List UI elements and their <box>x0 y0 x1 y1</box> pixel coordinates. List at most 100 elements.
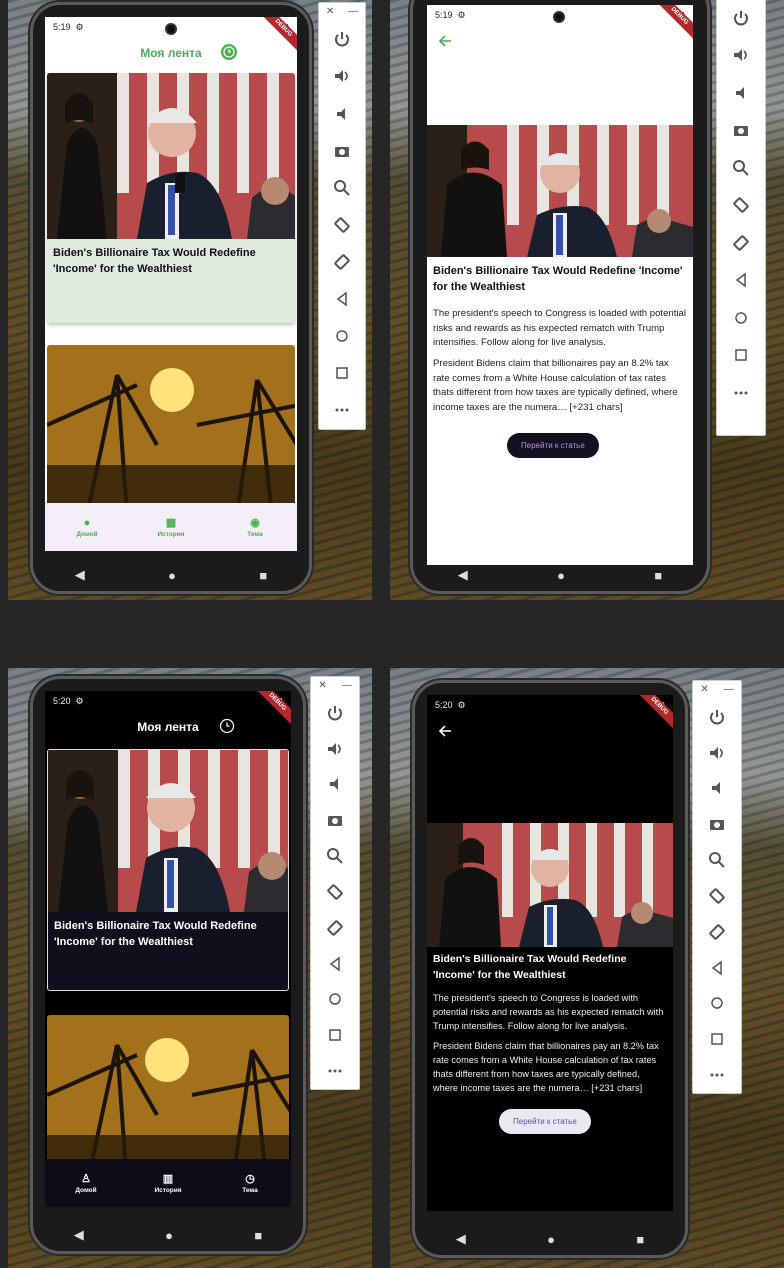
status-time: 5:20 <box>53 696 71 706</box>
emulator-toolbar: ✕— <box>310 676 360 1090</box>
camera-icon[interactable] <box>717 112 765 150</box>
settings-icon: ⚙ <box>457 699 466 710</box>
volume-up-icon[interactable] <box>693 735 741 771</box>
more-icon[interactable] <box>311 1053 359 1089</box>
rotate-left-icon[interactable] <box>319 206 365 243</box>
minimize-icon[interactable]: — <box>342 680 352 691</box>
camera-icon[interactable] <box>319 132 365 169</box>
app-bar: Моя лента <box>45 713 291 741</box>
zoom-icon[interactable] <box>717 149 765 187</box>
bottom-nav: ♙ Домой ▥ История ◷ Тема <box>45 1159 291 1207</box>
history-icon[interactable] <box>219 718 235 734</box>
system-back-icon[interactable]: ◀ <box>456 1231 466 1247</box>
nav-history[interactable]: ▦ История <box>141 516 201 538</box>
article-card[interactable]: Biden's Billionaire Tax Would Redefine '… <box>47 749 289 991</box>
close-icon[interactable]: ✕ <box>326 6 334 17</box>
phone-screen: 5:19 ⚙ ▾▮ DEBUG <box>427 5 693 565</box>
article-content: President Bidens claim that billionaires… <box>433 1041 659 1093</box>
phone-frame: 5:20 ⚙ ▾▮ DEBUG Моя лента <box>30 676 306 1254</box>
status-time: 5:19 <box>53 22 71 32</box>
app-bar: Моя лента <box>45 39 297 67</box>
system-nav-bar: ◀ ● ■ <box>413 559 707 591</box>
zoom-icon[interactable] <box>693 842 741 878</box>
camera-icon[interactable] <box>693 806 741 842</box>
emulator-toolbar: ✕— <box>716 0 766 436</box>
minimize-icon[interactable]: — <box>348 6 358 17</box>
more-icon[interactable] <box>717 374 765 412</box>
system-recents-icon[interactable]: ■ <box>259 568 267 583</box>
more-icon[interactable] <box>693 1057 741 1093</box>
nav-home-label: Домой <box>75 1187 97 1194</box>
system-back-icon[interactable]: ◀ <box>74 1227 84 1243</box>
back-arrow-icon[interactable] <box>437 33 453 49</box>
home-icon[interactable] <box>319 318 365 355</box>
emulator-toolbar: ✕— <box>692 680 742 1094</box>
close-icon[interactable]: ✕ <box>318 680 326 691</box>
rotate-right-icon[interactable] <box>717 224 765 262</box>
system-home-icon[interactable]: ● <box>557 568 565 583</box>
nav-home[interactable]: ♙ Домой <box>56 1172 116 1194</box>
front-camera <box>553 11 565 23</box>
rotate-left-icon[interactable] <box>693 878 741 914</box>
rotate-right-icon[interactable] <box>693 914 741 950</box>
nav-home[interactable]: ● Домой <box>57 517 117 538</box>
phone-frame: 5:19 ⚙ ▾▮ DEBUG <box>410 0 710 594</box>
power-icon[interactable] <box>693 699 741 735</box>
nav-theme[interactable]: ◉ Тема <box>225 516 285 538</box>
volume-up-icon[interactable] <box>717 37 765 75</box>
emulator-window-dark-detail: 5:20 ⚙ ▾▮ DEBUG <box>390 668 784 1268</box>
overview-icon[interactable] <box>319 355 365 392</box>
overview-icon[interactable] <box>311 1017 359 1053</box>
volume-down-icon[interactable] <box>717 74 765 112</box>
volume-down-icon[interactable] <box>693 771 741 807</box>
system-home-icon[interactable]: ● <box>547 1232 555 1247</box>
zoom-icon[interactable] <box>319 169 365 206</box>
open-article-button[interactable]: Перейти к статье <box>499 1109 591 1134</box>
nav-theme[interactable]: ◷ Тема <box>220 1172 280 1194</box>
volume-down-icon[interactable] <box>311 767 359 803</box>
rotate-right-icon[interactable] <box>319 243 365 280</box>
home-icon[interactable] <box>311 982 359 1018</box>
system-home-icon[interactable]: ● <box>165 1228 173 1243</box>
back-icon[interactable] <box>693 950 741 986</box>
nav-history[interactable]: ▥ История <box>138 1172 198 1194</box>
back-arrow-icon[interactable] <box>437 723 453 739</box>
home-icon[interactable] <box>693 986 741 1022</box>
article-image <box>47 345 295 515</box>
zoom-icon[interactable] <box>311 838 359 874</box>
system-nav-bar: ◀ ● ■ <box>415 1223 685 1255</box>
system-home-icon[interactable]: ● <box>168 568 176 583</box>
history-icon[interactable] <box>221 44 237 60</box>
power-icon[interactable] <box>717 0 765 37</box>
more-icon[interactable] <box>319 392 365 429</box>
emulator-window-dark-feed: 5:20 ⚙ ▾▮ DEBUG Моя лента <box>8 668 372 1268</box>
close-icon[interactable]: ✕ <box>700 684 708 695</box>
article-card[interactable]: Biden's Billionaire Tax Would Redefine '… <box>47 73 295 323</box>
back-icon[interactable] <box>311 946 359 982</box>
phone-frame: 5:19 ⚙ ▾▮ DEBUG Моя лента <box>30 2 312 594</box>
volume-up-icon[interactable] <box>319 58 365 95</box>
rotate-right-icon[interactable] <box>311 910 359 946</box>
system-recents-icon[interactable]: ■ <box>254 1228 262 1243</box>
volume-down-icon[interactable] <box>319 95 365 132</box>
article-card[interactable] <box>47 345 295 515</box>
back-icon[interactable] <box>717 262 765 300</box>
phone-frame: 5:20 ⚙ ▾▮ DEBUG <box>412 680 688 1258</box>
open-article-button[interactable]: Перейти к статье <box>507 433 599 458</box>
power-icon[interactable] <box>319 21 365 58</box>
system-recents-icon[interactable]: ■ <box>636 1232 644 1247</box>
minimize-icon[interactable]: — <box>724 684 734 695</box>
camera-icon[interactable] <box>311 802 359 838</box>
overview-icon[interactable] <box>693 1021 741 1057</box>
volume-up-icon[interactable] <box>311 731 359 767</box>
system-nav-bar: ◀ ● ■ <box>33 1219 303 1251</box>
rotate-left-icon[interactable] <box>717 187 765 225</box>
system-recents-icon[interactable]: ■ <box>654 568 662 583</box>
back-icon[interactable] <box>319 281 365 318</box>
home-icon[interactable] <box>717 299 765 337</box>
system-back-icon[interactable]: ◀ <box>458 567 468 583</box>
system-back-icon[interactable]: ◀ <box>75 567 85 583</box>
rotate-left-icon[interactable] <box>311 874 359 910</box>
overview-icon[interactable] <box>717 337 765 375</box>
power-icon[interactable] <box>311 695 359 731</box>
